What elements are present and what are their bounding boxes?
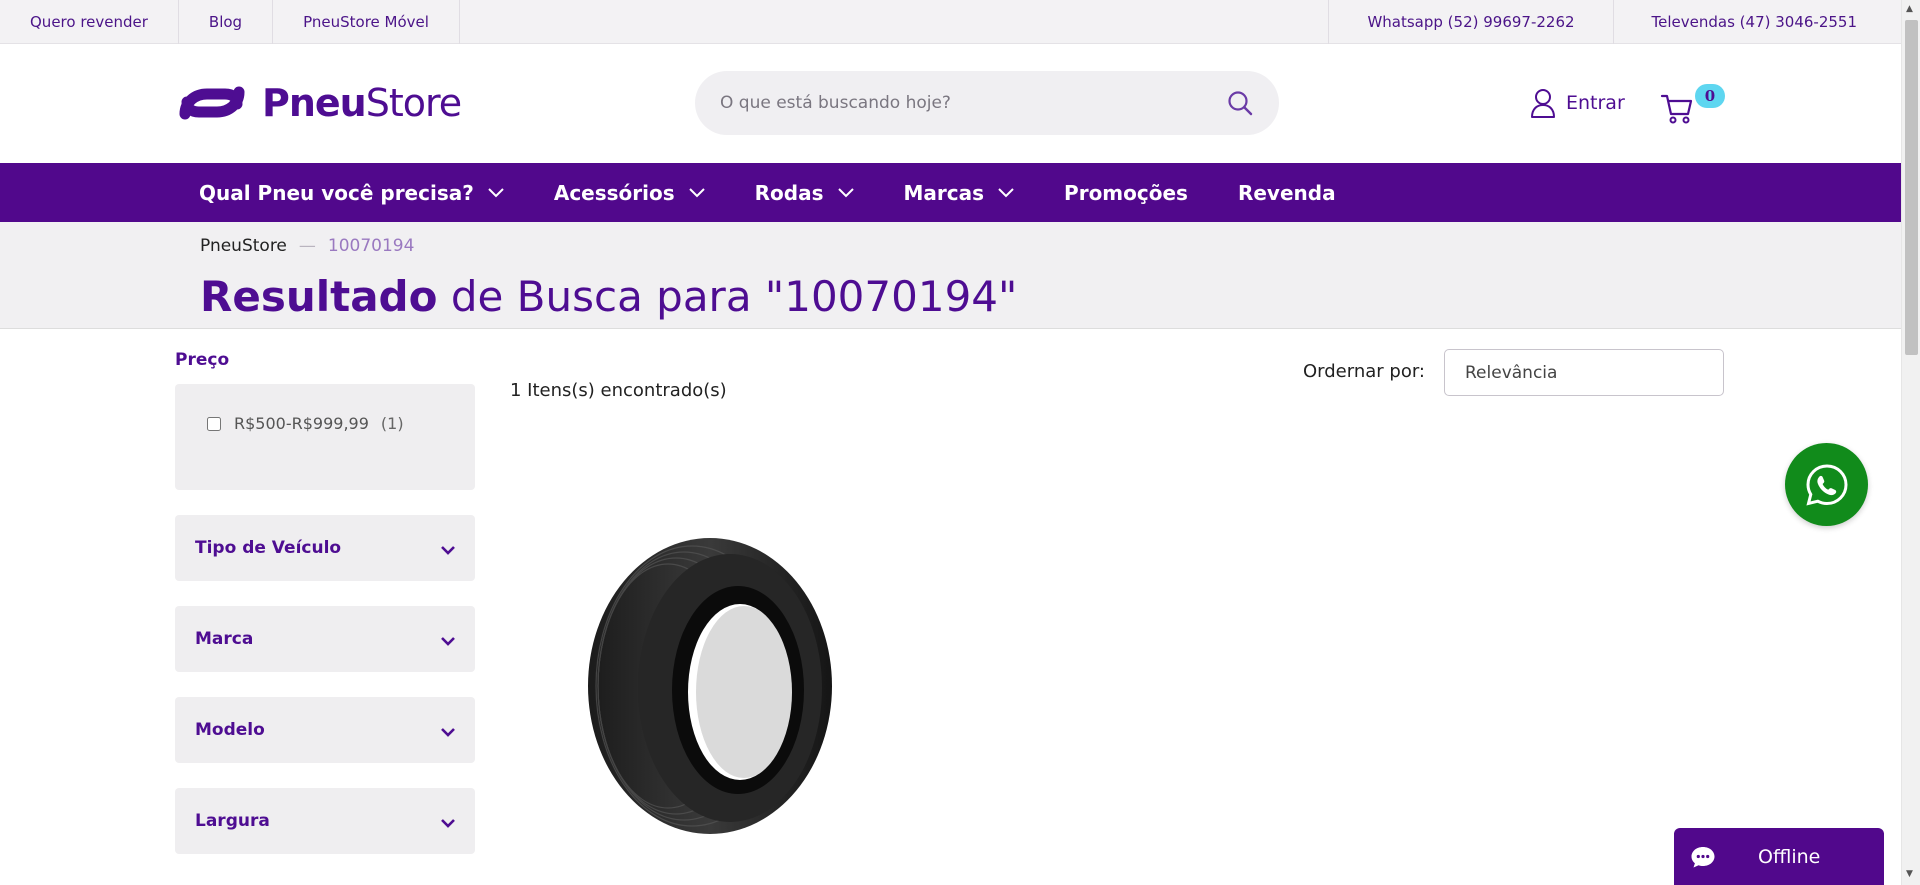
price-filter-checkbox[interactable] xyxy=(207,416,221,431)
accordion-label: Largura xyxy=(195,811,270,831)
chevron-down-icon xyxy=(441,818,455,828)
search-icon[interactable] xyxy=(1226,89,1254,117)
scroll-up-arrow-icon[interactable]: ▲ xyxy=(1906,4,1913,14)
nav-marcas[interactable]: Marcas xyxy=(904,181,1015,205)
sort-label: Ordernar por: xyxy=(1303,361,1425,382)
breadcrumb: PneuStore — 10070194 xyxy=(200,236,414,256)
cart-icon xyxy=(1660,94,1693,124)
results-count: 1 Itens(s) encontrado(s) xyxy=(510,380,727,401)
chevron-down-icon xyxy=(488,187,504,197)
page-title-bold: Resultado xyxy=(200,272,438,321)
nav-promocoes[interactable]: Promoções xyxy=(1064,181,1188,205)
price-option-label: R$500-R$999,99 xyxy=(234,414,369,433)
sort-select[interactable]: Relevância xyxy=(1444,349,1724,396)
nav-revenda[interactable]: Revenda xyxy=(1238,181,1336,205)
accordion-label: Marca xyxy=(195,629,254,649)
nav-label: Marcas xyxy=(903,180,985,205)
price-option-count: (1) xyxy=(380,414,404,433)
chat-status-label: Offline xyxy=(1758,845,1821,868)
blog-link[interactable]: Blog xyxy=(179,0,274,44)
page-title: Resultado de Busca para "10070194" xyxy=(200,272,1017,321)
chevron-down-icon xyxy=(998,187,1014,197)
logo-text: PneuStore xyxy=(262,81,462,125)
price-filter-box: R$500-R$999,99 (1) xyxy=(175,384,475,490)
filter-tipo-veiculo[interactable]: Tipo de Veículo xyxy=(175,515,475,581)
cart-button[interactable]: 0 xyxy=(1660,84,1730,128)
top-left-links: Quero revender Blog PneuStore Móvel xyxy=(0,0,460,44)
login-button[interactable]: Entrar xyxy=(1530,88,1625,118)
price-filter-title: Preço xyxy=(175,350,230,370)
main-navigation: Qual Pneu você precisa? Acessórios Rodas… xyxy=(0,163,1901,222)
accordion-label: Modelo xyxy=(195,720,265,740)
site-header: PneuStore Entrar 0 xyxy=(0,44,1901,163)
whatsapp-float-button[interactable] xyxy=(1785,443,1868,526)
pneustore-logo[interactable]: PneuStore xyxy=(177,80,462,126)
top-utility-bar: Quero revender Blog PneuStore Móvel What… xyxy=(0,0,1901,44)
quero-revender-link[interactable]: Quero revender xyxy=(0,0,179,44)
chat-icon xyxy=(1691,846,1715,867)
search-input[interactable] xyxy=(720,93,1226,113)
login-label: Entrar xyxy=(1566,92,1625,114)
top-right-links: Whatsapp (52) 99697-2262 Televendas (47)… xyxy=(1328,0,1901,44)
chevron-down-icon xyxy=(688,187,705,197)
page-scrollbar[interactable]: ▲ ▼ xyxy=(1901,0,1920,885)
scrollbar-thumb[interactable] xyxy=(1905,20,1918,355)
page: Quero revender Blog PneuStore Móvel What… xyxy=(0,0,1920,885)
nav-label: Qual Pneu você precisa? xyxy=(199,180,474,205)
filter-marca[interactable]: Marca xyxy=(175,606,475,672)
search-bar xyxy=(695,71,1279,135)
chat-widget[interactable]: Offline xyxy=(1674,828,1884,885)
chevron-down-icon xyxy=(837,187,854,197)
scroll-down-arrow-icon[interactable]: ▼ xyxy=(1906,869,1913,879)
whatsapp-contact-link[interactable]: Whatsapp (52) 99697-2262 xyxy=(1328,0,1612,44)
accordion-label: Tipo de Veículo xyxy=(195,538,342,558)
product-card[interactable] xyxy=(580,530,840,840)
breadcrumb-current: 10070194 xyxy=(327,236,415,256)
nav-qual-pneu[interactable]: Qual Pneu você precisa? xyxy=(199,181,504,205)
page-title-rest: de Busca para "10070194" xyxy=(437,272,1018,321)
chevron-down-icon xyxy=(441,636,455,646)
nav-label: Acessórios xyxy=(553,180,675,205)
cart-count-badge: 0 xyxy=(1695,84,1725,108)
nav-label: Promoções xyxy=(1064,180,1188,205)
filter-modelo[interactable]: Modelo xyxy=(175,697,475,763)
price-filter-option[interactable]: R$500-R$999,99 (1) xyxy=(207,414,475,433)
page-heading-band: PneuStore — 10070194 Resultado de Busca … xyxy=(0,222,1901,329)
nav-rodas[interactable]: Rodas xyxy=(755,181,854,205)
logo-mark-icon xyxy=(179,86,245,120)
tire-product-image xyxy=(588,538,832,834)
whatsapp-icon xyxy=(1805,463,1848,506)
chevron-down-icon xyxy=(441,545,455,555)
televendas-contact-link[interactable]: Televendas (47) 3046-2551 xyxy=(1612,0,1901,44)
nav-label: Revenda xyxy=(1237,180,1336,205)
breadcrumb-home-link[interactable]: PneuStore xyxy=(200,236,287,256)
nav-acessorios[interactable]: Acessórios xyxy=(554,181,705,205)
nav-label: Rodas xyxy=(754,180,824,205)
pneustore-movel-link[interactable]: PneuStore Móvel xyxy=(273,0,460,44)
chevron-down-icon xyxy=(441,727,455,737)
user-icon xyxy=(1531,89,1555,118)
filter-largura[interactable]: Largura xyxy=(175,788,475,854)
filter-sidebar: Preço R$500-R$999,99 (1) Tipo de Veículo… xyxy=(175,350,475,854)
breadcrumb-separator: — xyxy=(298,236,316,256)
